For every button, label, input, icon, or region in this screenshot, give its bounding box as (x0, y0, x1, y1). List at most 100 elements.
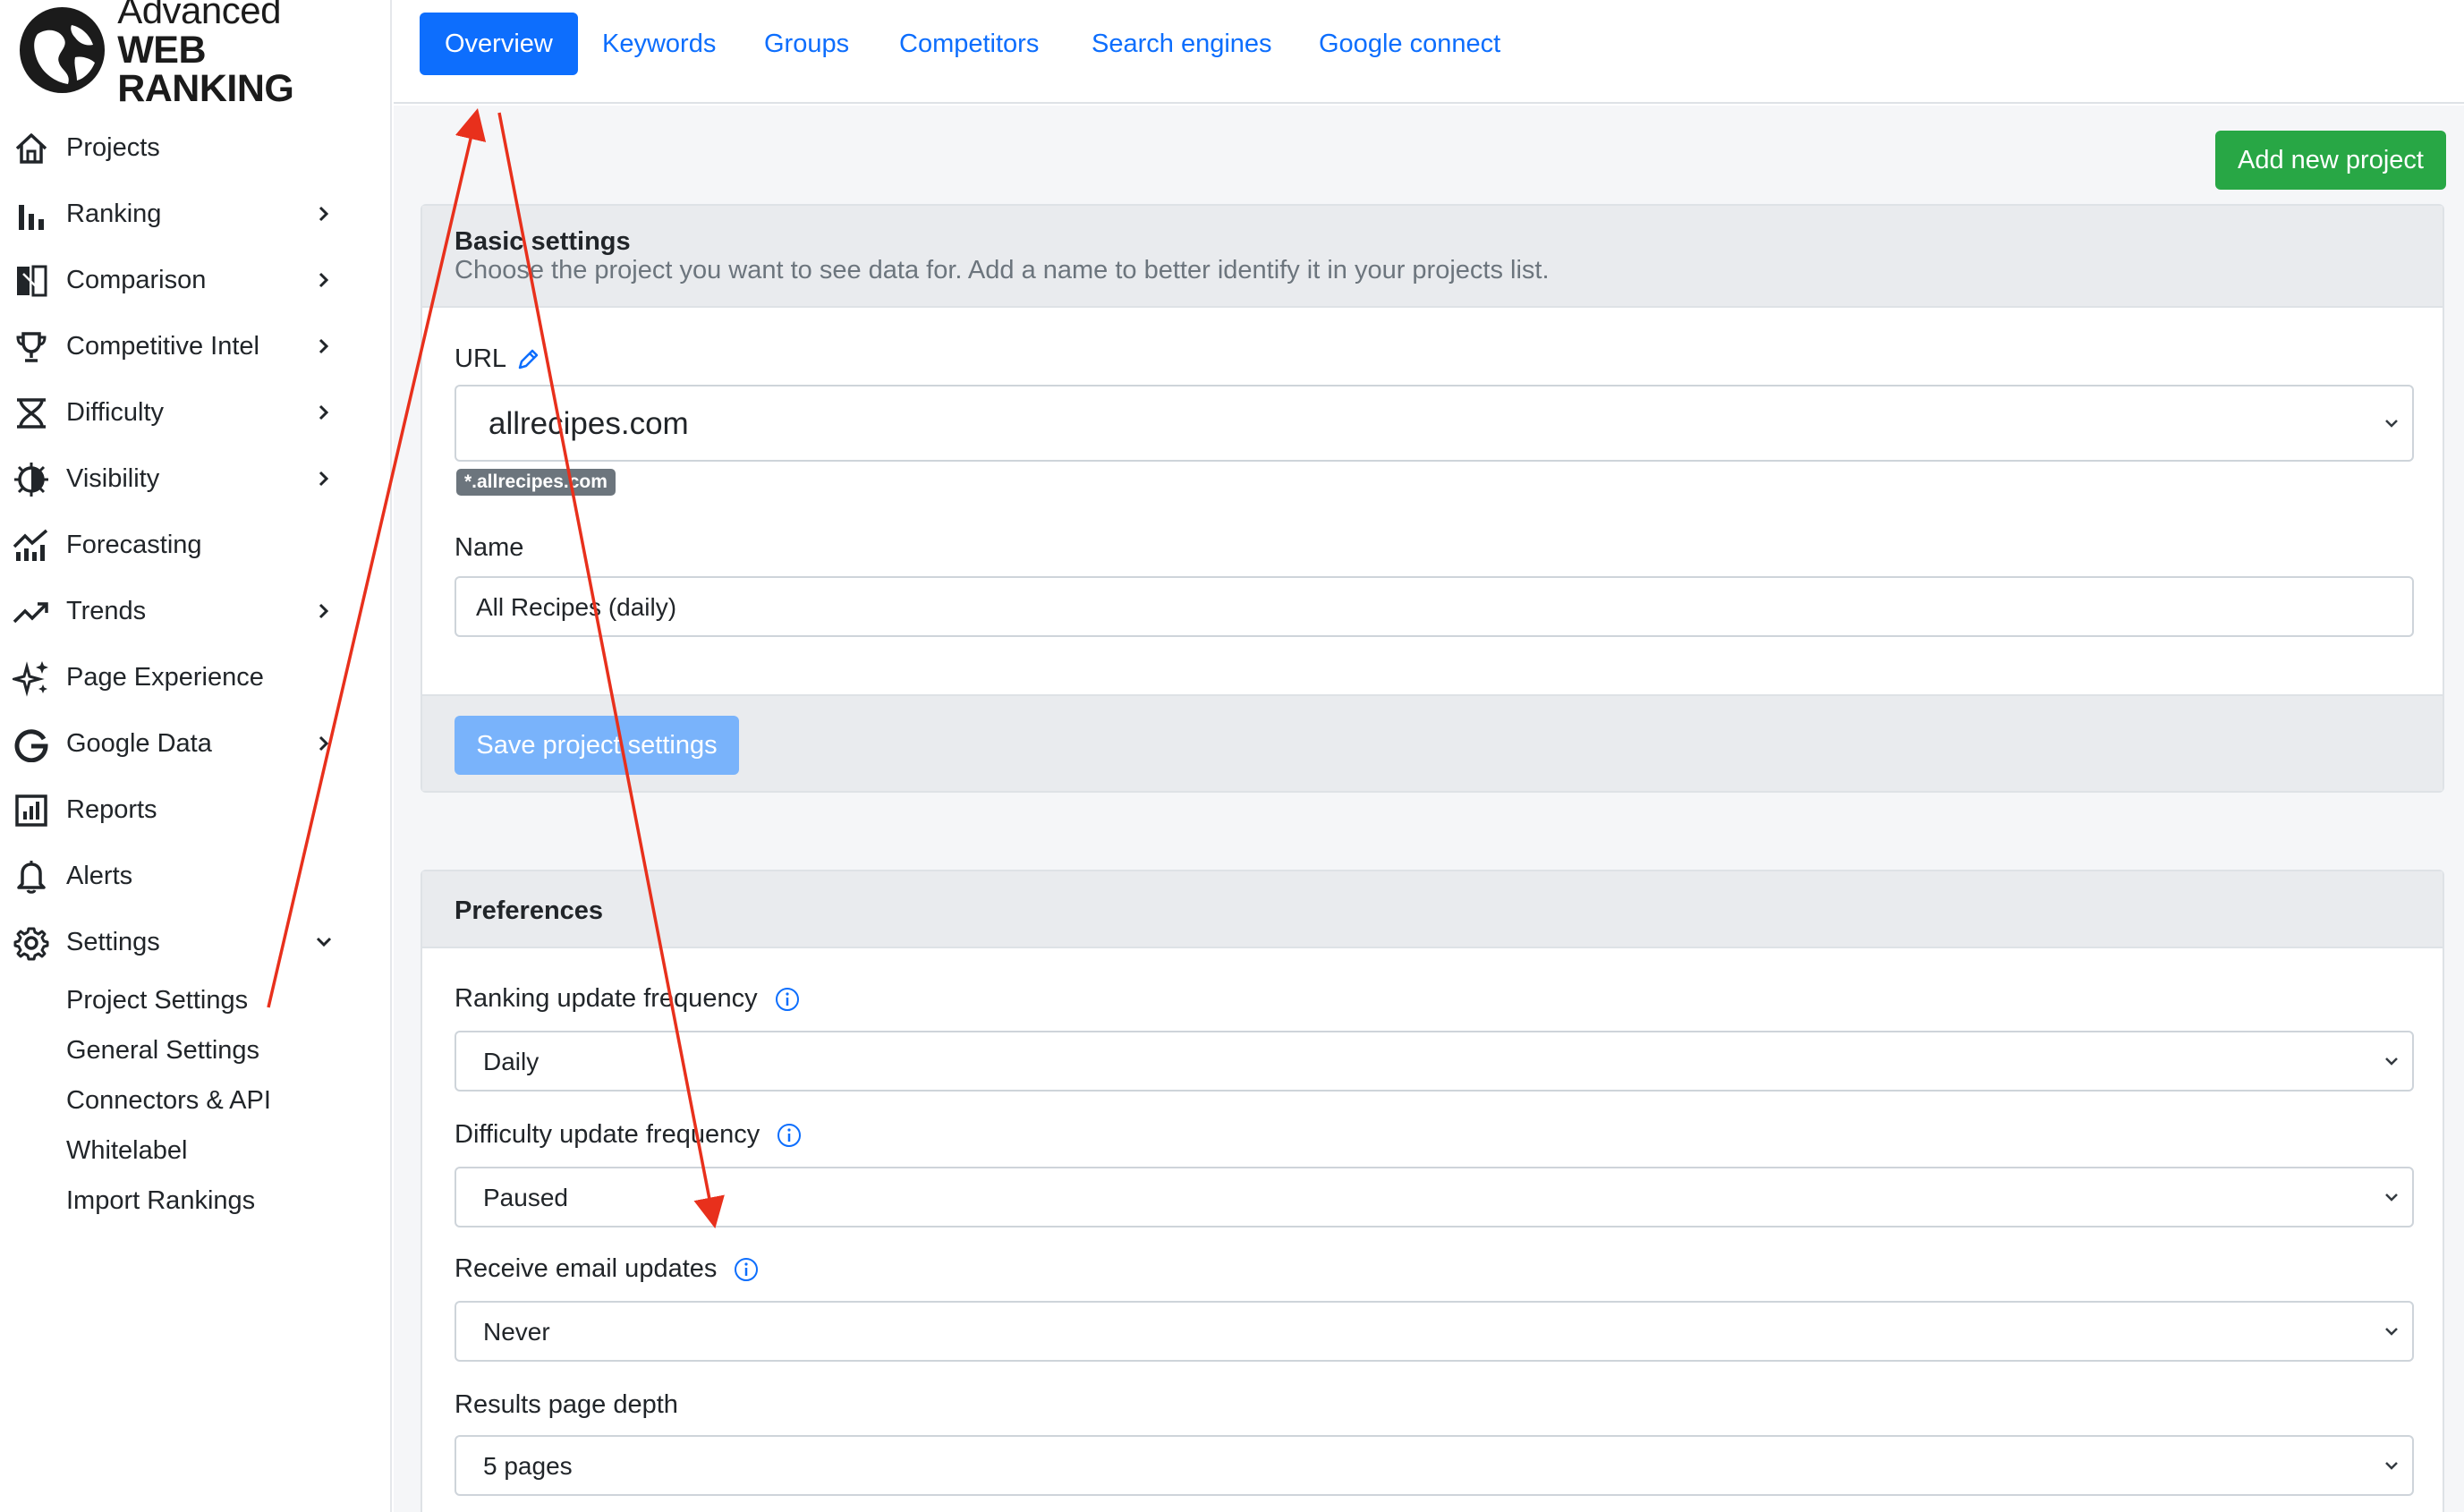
results-depth-value: 5 pages (483, 1452, 573, 1480)
ranking-frequency-select[interactable]: Daily (455, 1031, 2414, 1092)
bar-chart-icon (13, 197, 50, 233)
sidebar-label-trends: Trends (66, 596, 147, 625)
sidebar-item-settings[interactable]: Settings (0, 909, 392, 975)
chevron-right-icon (319, 603, 329, 619)
logo-line1: Advanced (117, 0, 281, 31)
tab-overview[interactable]: Overview (420, 13, 578, 75)
basic-settings-header: Basic settings Choose the project you wa… (422, 206, 2443, 308)
email-updates-select[interactable]: Never (455, 1301, 2414, 1362)
sidebar-nav: Projects Ranking Comparison Competitive … (0, 115, 392, 975)
basic-settings-title: Basic settings (455, 227, 631, 256)
sidebar-label-visibility: Visibility (66, 463, 160, 493)
basic-settings-subtitle: Choose the project you want to see data … (455, 256, 1550, 285)
sidebar-item-google-data[interactable]: Google Data (0, 710, 392, 777)
google-icon (13, 726, 50, 762)
difficulty-frequency-label-text: Difficulty update frequency (455, 1120, 760, 1149)
add-new-project-button[interactable]: Add new project (2215, 131, 2446, 190)
url-select-value: allrecipes.com (489, 406, 689, 441)
sidebar-item-competitive-intel[interactable]: Competitive Intel (0, 313, 392, 379)
tab-search-engines[interactable]: Search engines (1092, 13, 1272, 75)
tab-groups[interactable]: Groups (764, 13, 849, 75)
sidebar-label-ranking: Ranking (66, 199, 162, 228)
url-label-text: URL (455, 344, 506, 373)
gear-icon (13, 925, 50, 961)
sidebar-label-reports: Reports (66, 794, 157, 824)
logo[interactable]: Advanced WEB RANKING (20, 0, 390, 108)
sidebar-label-projects: Projects (66, 132, 160, 162)
ranking-frequency-label-text: Ranking update frequency (455, 984, 758, 1013)
compare-icon (13, 263, 50, 299)
bell-icon (13, 859, 50, 895)
sidebar-item-difficulty[interactable]: Difficulty (0, 379, 392, 446)
email-updates-value: Never (483, 1318, 550, 1346)
logo-globe-icon (20, 7, 106, 93)
email-updates-label-text: Receive email updates (455, 1254, 718, 1283)
sidebar-item-visibility[interactable]: Visibility (0, 446, 392, 512)
sidebar-sub-whitelabel[interactable]: Whitelabel (66, 1136, 187, 1166)
app-root: Advanced WEB RANKING Projects Ranking Co… (0, 0, 2464, 1512)
sidebar-item-trends[interactable]: Trends (0, 578, 392, 644)
sidebar-label-google-data: Google Data (66, 728, 212, 758)
sidebar-item-projects[interactable]: Projects (0, 115, 392, 181)
preferences-title: Preferences (455, 896, 604, 925)
difficulty-frequency-select[interactable]: Paused (455, 1167, 2414, 1227)
sidebar-label-forecasting: Forecasting (66, 530, 202, 559)
sidebar-sub-project-settings[interactable]: Project Settings (66, 986, 248, 1015)
save-project-settings-button[interactable]: Save project settings (455, 716, 739, 775)
name-input[interactable]: All Recipes (daily) (455, 576, 2414, 637)
sidebar-item-reports[interactable]: Reports (0, 777, 392, 843)
logo-line2: WEB RANKING (117, 29, 294, 110)
sidebar-label-alerts: Alerts (66, 861, 133, 890)
chevron-down-icon (2385, 1058, 2398, 1066)
sparkle-icon (13, 660, 50, 697)
sidebar-item-comparison[interactable]: Comparison (0, 247, 392, 313)
info-icon[interactable] (776, 1122, 803, 1149)
sidebar-label-page-experience: Page Experience (66, 662, 264, 692)
sidebar-sub-general-settings[interactable]: General Settings (66, 1036, 259, 1066)
results-depth-select[interactable]: 5 pages (455, 1435, 2414, 1496)
sidebar-item-alerts[interactable]: Alerts (0, 843, 392, 909)
difficulty-frequency-label: Difficulty update frequency (455, 1120, 803, 1150)
sidebar-label-settings: Settings (66, 927, 160, 956)
sidebar-label-comparison: Comparison (66, 265, 207, 294)
tab-keywords[interactable]: Keywords (602, 13, 716, 75)
info-icon[interactable] (774, 986, 801, 1013)
chevron-down-icon (2385, 1462, 2398, 1470)
chevron-right-icon (319, 206, 329, 222)
top-tabs: Overview Keywords Groups Competitors Sea… (394, 0, 2464, 104)
sidebar-sub-connectors-api[interactable]: Connectors & API (66, 1086, 271, 1116)
url-pattern-badge: *.allrecipes.com (456, 469, 616, 496)
name-input-value: All Recipes (daily) (476, 593, 677, 621)
sidebar-item-ranking[interactable]: Ranking (0, 181, 392, 247)
basic-settings-card: Basic settings Choose the project you wa… (421, 204, 2444, 793)
email-updates-label: Receive email updates (455, 1254, 760, 1284)
url-select[interactable]: allrecipes.com (455, 385, 2414, 462)
name-label: Name (455, 533, 524, 562)
hourglass-icon (13, 395, 50, 431)
basic-settings-footer: Save project settings (422, 694, 2443, 791)
difficulty-frequency-value: Paused (483, 1184, 568, 1211)
info-icon[interactable] (733, 1256, 760, 1283)
sidebar-sub-import-rankings[interactable]: Import Rankings (66, 1186, 255, 1216)
url-label: URL (455, 344, 540, 374)
sidebar: Advanced WEB RANKING Projects Ranking Co… (0, 0, 392, 1512)
sidebar-item-page-experience[interactable]: Page Experience (0, 644, 392, 710)
results-depth-label: Results page depth (455, 1390, 678, 1419)
preferences-header: Preferences (422, 871, 2443, 948)
sidebar-label-difficulty: Difficulty (66, 397, 165, 427)
chevron-right-icon (319, 404, 329, 420)
trophy-icon (13, 329, 50, 365)
tab-google-connect[interactable]: Google connect (1319, 13, 1500, 75)
preferences-card: Preferences Ranking update frequency Dai… (421, 870, 2444, 1512)
pencil-icon[interactable] (516, 348, 540, 371)
ranking-frequency-value: Daily (483, 1048, 540, 1075)
chevron-down-icon (2385, 1328, 2398, 1336)
ranking-frequency-label: Ranking update frequency (455, 984, 801, 1014)
chevron-right-icon (319, 338, 329, 354)
sidebar-item-forecasting[interactable]: Forecasting (0, 512, 392, 578)
tab-competitors[interactable]: Competitors (899, 13, 1039, 75)
report-icon (13, 793, 50, 828)
home-icon (13, 131, 50, 166)
chevron-right-icon (319, 471, 329, 487)
chevron-down-icon (2385, 1193, 2398, 1202)
